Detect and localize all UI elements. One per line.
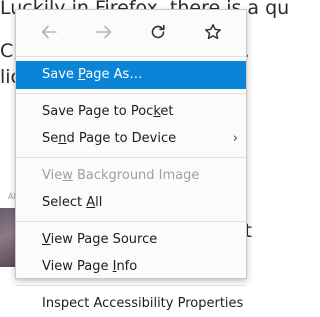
reload-icon[interactable]	[143, 17, 173, 47]
menu-separator	[16, 157, 246, 158]
menu-item-inspect-accessibility[interactable]: Inspect Accessibility Properties	[16, 290, 246, 317]
forward-arrow-icon[interactable]	[89, 17, 119, 47]
menu-item-view-background-image[interactable]: View Background Image	[16, 162, 246, 190]
menu-item-save-to-pocket[interactable]: Save Page to Pocket	[16, 98, 246, 126]
submenu-arrow-icon: ›	[233, 125, 238, 153]
menu-separator	[16, 56, 246, 57]
star-icon[interactable]	[198, 17, 228, 47]
context-menu: Save Page As… Save Page to Pocket Send P…	[15, 9, 247, 279]
menu-separator	[16, 285, 246, 286]
menu-item-send-to-device[interactable]: Send Page to Device›	[16, 125, 246, 153]
menu-item-save-page-as[interactable]: Save Page As…	[16, 61, 246, 89]
navigation-row	[16, 10, 246, 54]
menu-item-select-all[interactable]: Select All	[16, 189, 246, 217]
menu-item-view-page-source[interactable]: View Page Source	[16, 226, 246, 254]
back-arrow-icon[interactable]	[34, 17, 64, 47]
background-text-line: Ce.	[0, 40, 13, 62]
background-image	[0, 208, 16, 267]
menu-separator	[16, 221, 246, 222]
menu-separator	[16, 93, 246, 94]
